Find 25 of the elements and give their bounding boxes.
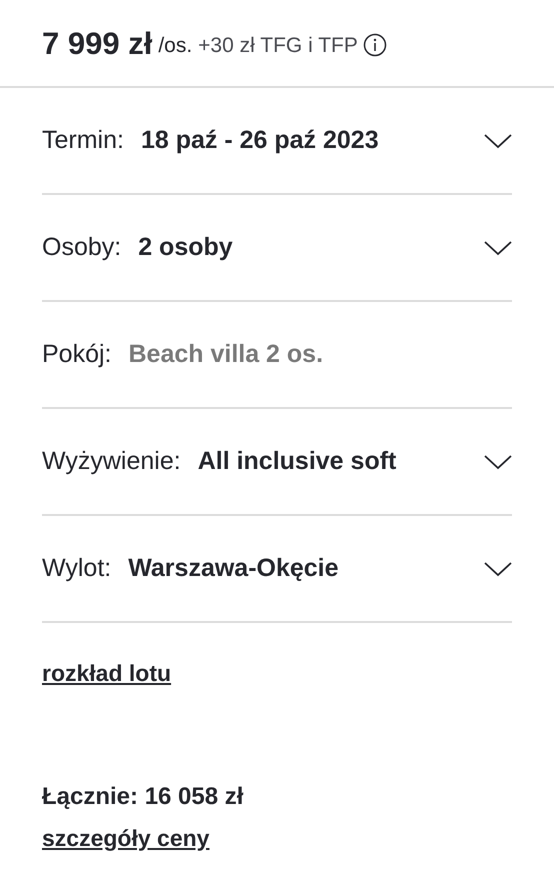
chevron-down-icon[interactable] [484,560,512,576]
option-label: Osoby: [42,232,122,263]
price-details-link[interactable]: szczegóły ceny [42,824,210,850]
price-unit: /os. [158,33,192,60]
option-selector[interactable]: Osoby: 2 osoby [42,195,512,302]
chevron-down-icon[interactable] [484,132,512,148]
flight-schedule-link[interactable]: rozkład lotu [42,660,172,686]
option-label: Pokój: [42,338,112,370]
price-fees: +30 zł TFG i TFP [198,33,358,60]
total-price: Łącznie: 16 058 zł [42,782,244,812]
option-value: Warszawa-Okęcie [128,552,339,584]
option-value: All inclusive soft [198,446,396,477]
chevron-down-icon[interactable] [484,240,512,256]
option-selector[interactable]: Termin: 18 paź - 26 paź 2023 [42,88,512,195]
option-selector[interactable]: Wylot: Warszawa-Okęcie [42,516,512,623]
price-amount: 7 999 zł [42,24,152,63]
option-label: Wylot: [42,552,112,584]
option-value: 2 osoby [138,232,233,263]
chevron-down-icon[interactable] [484,454,512,470]
option-selector[interactable]: Wyżywienie: All inclusive soft [42,409,512,516]
option-value: Beach villa 2 os. [128,338,324,370]
option-label: Termin: [42,124,124,156]
option-label: Wyżywienie: [42,446,181,477]
option-value: 18 paź - 26 paź 2023 [140,124,379,156]
info-icon[interactable] [362,33,387,57]
